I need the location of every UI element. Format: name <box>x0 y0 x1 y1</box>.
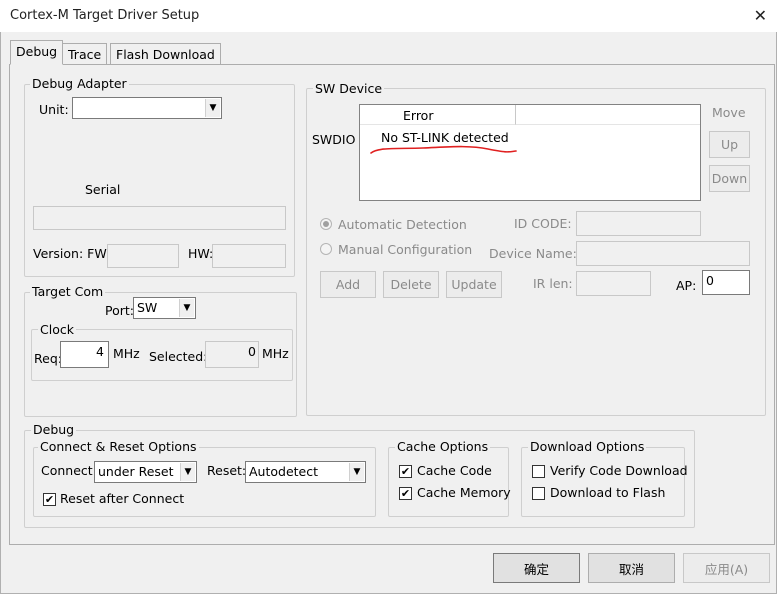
tab-trace[interactable]: Trace <box>62 43 108 65</box>
close-icon[interactable]: ✕ <box>754 6 767 25</box>
unit-select[interactable]: ▼ <box>72 97 222 119</box>
download-to-flash-label: Download to Flash <box>550 485 666 500</box>
clock-label: Clock <box>38 322 76 337</box>
port-select[interactable]: SW ▼ <box>133 297 196 319</box>
serial-label: Serial <box>85 182 121 197</box>
target-com-label: Target Com <box>30 284 106 299</box>
cache-code-label: Cache Code <box>417 463 492 478</box>
move-label: Move <box>712 105 746 120</box>
fw-field <box>107 244 179 268</box>
sw-device-label: SW Device <box>313 81 385 96</box>
radio-selected-dot <box>323 221 329 227</box>
ir-len-label: IR len: <box>533 276 573 291</box>
download-options-label: Download Options <box>528 439 647 454</box>
cache-memory-checkbox[interactable]: ✔ <box>399 487 412 500</box>
debug-group-label: Debug <box>31 422 77 437</box>
up-button[interactable]: Up <box>709 131 750 158</box>
device-name-field <box>576 241 750 266</box>
req-label: Req: <box>34 351 62 366</box>
chevron-down-icon: ▼ <box>180 463 195 481</box>
reset-label: Reset: <box>207 463 247 478</box>
req-input[interactable]: 4 <box>60 341 109 368</box>
verify-code-download-label: Verify Code Download <box>550 463 688 478</box>
selected-label: Selected: <box>149 349 208 364</box>
connect-select[interactable]: under Reset ▼ <box>94 461 197 483</box>
delete-button[interactable]: Delete <box>383 271 439 298</box>
unit-label: Unit: <box>39 102 69 117</box>
add-button[interactable]: Add <box>320 271 376 298</box>
download-to-flash-checkbox[interactable] <box>532 487 545 500</box>
manual-configuration-radio[interactable] <box>320 243 332 255</box>
selected-field: 0 <box>205 341 259 368</box>
swdio-label: SWDIO <box>312 132 356 147</box>
manual-configuration-label: Manual Configuration <box>338 242 473 257</box>
check-icon: ✔ <box>44 493 55 506</box>
tab-debug[interactable]: Debug <box>10 40 64 65</box>
tab-flash-download-label: Flash Download <box>116 47 215 62</box>
chevron-down-icon: ▼ <box>179 299 194 317</box>
id-code-field <box>576 211 701 236</box>
serial-field <box>33 206 286 230</box>
tab-debug-label: Debug <box>16 44 58 59</box>
ok-button[interactable]: 确定 <box>493 553 580 583</box>
empty-column-header <box>516 105 700 125</box>
cache-options-label: Cache Options <box>395 439 491 454</box>
ir-len-field <box>576 271 651 296</box>
red-underline-annotation <box>370 145 517 154</box>
ap-label: AP: <box>676 278 697 293</box>
cache-options-group <box>388 447 509 517</box>
hw-label: HW: <box>188 246 214 261</box>
down-button[interactable]: Down <box>709 165 750 192</box>
error-column-header[interactable]: Error <box>360 105 516 125</box>
device-name-label: Device Name: <box>489 246 577 261</box>
verify-code-download-checkbox[interactable] <box>532 465 545 478</box>
check-icon: ✔ <box>400 465 411 478</box>
chevron-down-icon: ▼ <box>205 99 220 117</box>
req-unit: MHz <box>113 346 140 361</box>
reset-value: Autodetect <box>249 464 319 479</box>
update-button[interactable]: Update <box>446 271 502 298</box>
download-options-group <box>521 447 685 517</box>
connect-label: Connect: <box>41 463 97 478</box>
reset-after-connect-label: Reset after Connect <box>60 491 185 506</box>
id-code-label: ID CODE: <box>514 216 572 231</box>
tab-trace-label: Trace <box>68 47 102 62</box>
apply-button[interactable]: 应用(A) <box>683 553 770 583</box>
ap-input[interactable]: 0 <box>702 270 750 295</box>
error-column-label: Error <box>403 108 434 123</box>
selected-unit: MHz <box>262 346 289 361</box>
automatic-detection-label: Automatic Detection <box>338 217 467 232</box>
hw-field <box>212 244 286 268</box>
chevron-down-icon: ▼ <box>349 463 364 481</box>
version-fw-label: Version: FW: <box>33 246 111 261</box>
reset-after-connect-checkbox[interactable]: ✔ <box>43 493 56 506</box>
automatic-detection-radio[interactable] <box>320 218 332 230</box>
port-label: Port: <box>105 303 134 318</box>
connect-value: under Reset <box>98 464 174 479</box>
connect-reset-label: Connect & Reset Options <box>38 439 199 454</box>
reset-select[interactable]: Autodetect ▼ <box>245 461 366 483</box>
debug-adapter-label: Debug Adapter <box>30 76 129 91</box>
cancel-button[interactable]: 取消 <box>588 553 675 583</box>
cache-code-checkbox[interactable]: ✔ <box>399 465 412 478</box>
port-value: SW <box>137 300 158 315</box>
check-icon: ✔ <box>400 487 411 500</box>
cache-memory-label: Cache Memory <box>417 485 511 500</box>
tab-flash-download[interactable]: Flash Download <box>110 43 221 65</box>
window-title: Cortex-M Target Driver Setup <box>10 8 200 23</box>
